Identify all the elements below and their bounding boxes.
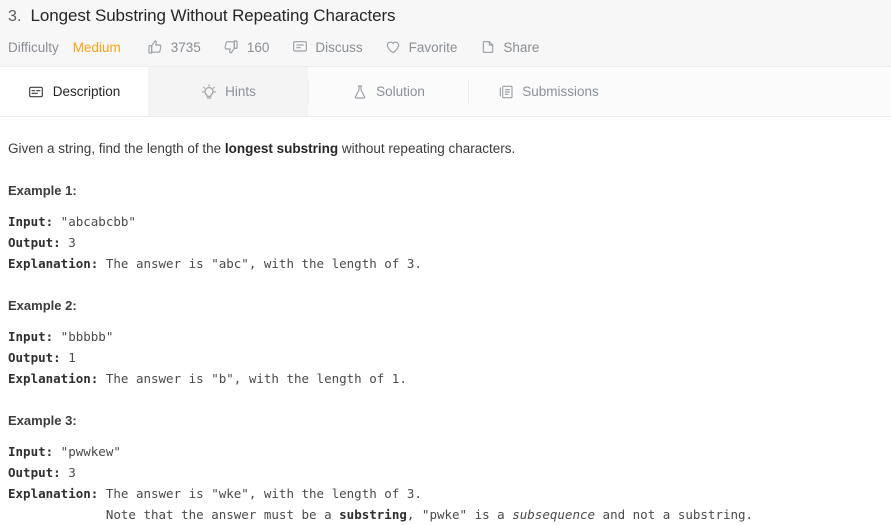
problem-meta-bar: Difficulty Medium 3735 160 Discuss Favor… xyxy=(0,36,891,58)
example-2-explanation-value: The answer is "b", with the length of 1. xyxy=(98,371,407,386)
description-icon xyxy=(28,83,45,100)
question-number: 3. xyxy=(8,8,22,25)
example-1-output-label: Output: xyxy=(8,235,61,250)
example-3-note-indent xyxy=(8,507,106,522)
example-3-note-bold: substring xyxy=(339,507,407,522)
example-1-output-value: 3 xyxy=(60,235,76,250)
example-2-input-label: Input: xyxy=(8,329,54,344)
example-3-input-label: Input: xyxy=(8,444,54,459)
dislikes-count: 160 xyxy=(246,39,270,55)
tab-solution[interactable]: Solution xyxy=(308,67,468,116)
share-label: Share xyxy=(503,39,540,55)
heart-icon xyxy=(385,39,402,56)
example-3-note-part2: , "pwke" is a xyxy=(406,507,513,522)
page-title: 3. Longest Substring Without Repeating C… xyxy=(0,6,891,30)
example-1-input-label: Input: xyxy=(8,214,54,229)
example-1-input-value: "abcabcbb" xyxy=(53,214,136,229)
comment-icon xyxy=(291,39,308,56)
example-1-explanation-label: Explanation: xyxy=(8,256,99,271)
example-3-heading: Example 3: xyxy=(8,413,77,428)
discuss-label: Discuss xyxy=(315,39,363,55)
tab-hints[interactable]: Hints xyxy=(148,67,308,116)
tab-submissions[interactable]: Submissions xyxy=(468,67,628,116)
example-2-explanation-label: Explanation: xyxy=(8,371,99,386)
example-3-input-value: "pwwkew" xyxy=(53,444,121,459)
example-3-output-label: Output: xyxy=(8,465,61,480)
lightbulb-icon xyxy=(200,83,217,100)
example-3-explanation-value: The answer is "wke", with the length of … xyxy=(98,486,422,501)
example-2-heading: Example 2: xyxy=(8,298,77,313)
tab-description[interactable]: Description xyxy=(0,67,148,116)
tab-solution-label: Solution xyxy=(376,84,425,99)
problem-header: 3. Longest Substring Without Repeating C… xyxy=(0,0,891,67)
question-title: Longest Substring Without Repeating Char… xyxy=(30,6,396,25)
thumbs-down-icon xyxy=(223,39,240,56)
example-1-heading: Example 1: xyxy=(8,183,77,198)
tab-hints-label: Hints xyxy=(225,84,256,99)
favorite-label: Favorite xyxy=(408,39,458,55)
example-2-output-label: Output: xyxy=(8,350,61,365)
likes-count: 3735 xyxy=(170,39,201,55)
tab-description-label: Description xyxy=(52,84,121,99)
example-2-block: Input: "bbbbb" Output: 1 Explanation: Th… xyxy=(8,326,883,389)
statement-before: Given a string, find the length of the xyxy=(8,141,225,156)
example-2-input-value: "bbbbb" xyxy=(53,329,114,344)
submissions-icon xyxy=(497,83,514,100)
favorite-button[interactable]: Favorite xyxy=(385,39,458,56)
example-3-note-part3: and not a substring. xyxy=(595,507,754,522)
statement-bold: longest substring xyxy=(224,141,339,156)
flask-icon xyxy=(351,83,368,100)
description-content: Given a string, find the length of the l… xyxy=(0,117,891,525)
example-3-note-part1: Note that the answer must be a xyxy=(105,507,340,522)
share-icon xyxy=(479,39,496,56)
tab-submissions-label: Submissions xyxy=(522,84,599,99)
difficulty-label: Difficulty xyxy=(8,39,59,55)
example-3-explanation-label: Explanation: xyxy=(8,486,99,501)
statement-after: without repeating characters. xyxy=(338,141,516,156)
difficulty-value: Medium xyxy=(72,39,121,55)
thumbs-up-icon xyxy=(147,39,164,56)
likes-button[interactable]: 3735 xyxy=(147,39,201,56)
problem-statement: Given a string, find the length of the l… xyxy=(8,139,883,159)
example-1-explanation-value: The answer is "abc", with the length of … xyxy=(98,256,422,271)
example-1-block: Input: "abcabcbb" Output: 3 Explanation:… xyxy=(8,211,883,274)
example-2-output-value: 1 xyxy=(60,350,76,365)
example-3-output-value: 3 xyxy=(60,465,76,480)
tab-bar: Description Hints Solution Submissions xyxy=(0,67,891,117)
share-button[interactable]: Share xyxy=(479,39,539,56)
dislikes-button[interactable]: 160 xyxy=(223,39,270,56)
discuss-button[interactable]: Discuss xyxy=(291,39,363,56)
example-3-note-italic: subsequence xyxy=(512,507,596,522)
example-3-block: Input: "pwwkew" Output: 3 Explanation: T… xyxy=(8,441,883,525)
